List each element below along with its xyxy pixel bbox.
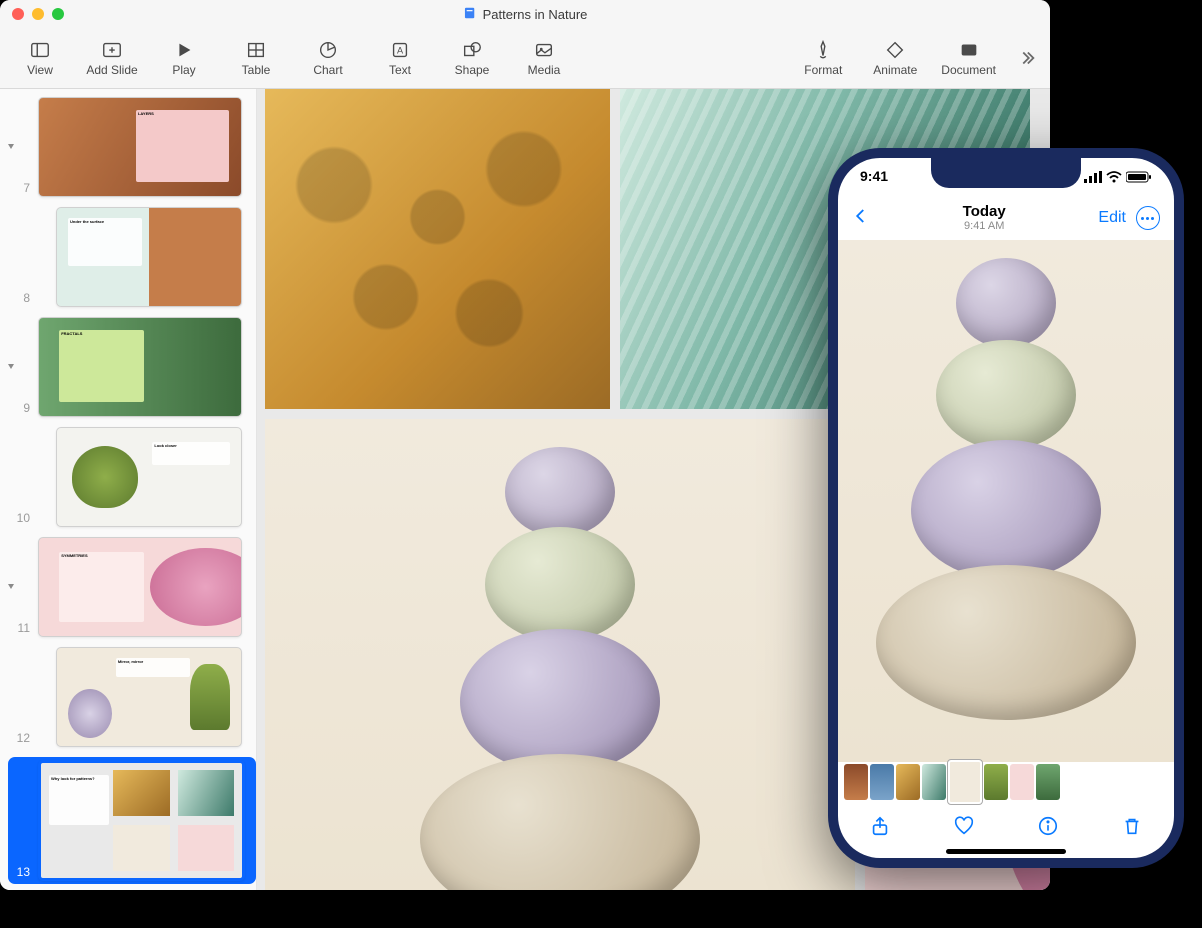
home-indicator[interactable]: [946, 849, 1066, 854]
play-label: Play: [172, 63, 195, 77]
keynote-doc-icon: [463, 6, 477, 23]
wifi-icon: [1106, 170, 1122, 186]
photo-thumbnail-strip[interactable]: [838, 762, 1174, 802]
delete-button[interactable]: [1121, 815, 1143, 842]
play-button[interactable]: Play: [154, 37, 214, 79]
slide-number: 9: [8, 401, 34, 417]
slide-thumb-8[interactable]: 8 Under the surface: [8, 207, 256, 307]
share-button[interactable]: [869, 815, 891, 842]
view-button[interactable]: View: [10, 37, 70, 79]
slide-number: 12: [8, 731, 34, 747]
slide-number: 13: [8, 865, 34, 881]
thumb-item[interactable]: [844, 764, 868, 800]
disclosure-triangle-icon[interactable]: [6, 138, 18, 156]
thumb-item[interactable]: [896, 764, 920, 800]
more-options-button[interactable]: [1136, 206, 1160, 230]
slide-thumb-12[interactable]: 12 Mirror, mirror: [8, 647, 256, 747]
photos-nav-bar: Today 9:41 AM Edit: [838, 198, 1174, 238]
slide-thumb-9[interactable]: 9 FRACTALS: [8, 317, 256, 417]
battery-icon: [1126, 170, 1152, 186]
format-button[interactable]: Format: [793, 37, 853, 79]
thumb-item[interactable]: [984, 764, 1008, 800]
animate-label: Animate: [873, 63, 917, 77]
animate-button[interactable]: Animate: [865, 37, 925, 79]
photo-title: Today: [963, 204, 1006, 221]
iphone-device: 9:41 Today 9:41 AM Edit: [828, 148, 1184, 868]
window-title: Patterns in Nature: [483, 7, 588, 22]
format-label: Format: [804, 63, 842, 77]
disclosure-triangle-icon[interactable]: [6, 578, 18, 596]
text-button[interactable]: A Text: [370, 37, 430, 79]
thumb-item[interactable]: [922, 764, 946, 800]
slide-number: 10: [8, 511, 34, 527]
slide-number: 11: [8, 621, 34, 637]
view-label: View: [27, 63, 53, 77]
zoom-window-button[interactable]: [52, 8, 64, 20]
photo-subtitle: 9:41 AM: [963, 220, 1006, 232]
slide-thumb-10[interactable]: 10 Look closer: [8, 427, 256, 527]
shape-button[interactable]: Shape: [442, 37, 502, 79]
disclosure-triangle-icon[interactable]: [6, 358, 18, 376]
close-window-button[interactable]: [12, 8, 24, 20]
photo-toolbar: [838, 808, 1174, 848]
media-button[interactable]: Media: [514, 37, 574, 79]
media-label: Media: [528, 63, 561, 77]
thumb-item[interactable]: [1036, 764, 1060, 800]
status-time: 9:41: [860, 168, 888, 188]
add-slide-button[interactable]: Add Slide: [82, 37, 142, 79]
shape-label: Shape: [455, 63, 490, 77]
slide-thumb-13[interactable]: 13 Why look for patterns?: [8, 757, 256, 884]
table-button[interactable]: Table: [226, 37, 286, 79]
slide-image-urchin-stack[interactable]: [265, 419, 855, 890]
table-label: Table: [242, 63, 271, 77]
toolbar: View Add Slide Play Table Chart A Text: [0, 28, 1050, 89]
slide-number: 7: [8, 181, 34, 197]
edit-button[interactable]: Edit: [1098, 209, 1126, 227]
titlebar[interactable]: Patterns in Nature: [0, 0, 1050, 28]
slide-number: 8: [8, 291, 34, 307]
document-button[interactable]: Document: [937, 37, 1000, 79]
toolbar-overflow-button[interactable]: [1012, 47, 1040, 69]
slide-thumb-7[interactable]: 7 LAYERS: [8, 97, 256, 197]
info-button[interactable]: [1037, 815, 1059, 842]
thumb-item-selected[interactable]: [948, 760, 982, 804]
thumb-item[interactable]: [1010, 764, 1034, 800]
photo-viewer[interactable]: [838, 240, 1174, 762]
slide-image-honeycomb[interactable]: [265, 89, 610, 409]
minimize-window-button[interactable]: [32, 8, 44, 20]
document-label: Document: [941, 63, 996, 77]
slide-navigator[interactable]: 7 LAYERS 8 Under the surface 9: [0, 89, 257, 890]
add-slide-label: Add Slide: [86, 63, 137, 77]
chart-button[interactable]: Chart: [298, 37, 358, 79]
chart-label: Chart: [313, 63, 342, 77]
text-label: Text: [389, 63, 411, 77]
svg-text:A: A: [397, 46, 404, 56]
thumb-item[interactable]: [870, 764, 894, 800]
back-button[interactable]: [852, 207, 870, 230]
cellular-signal-icon: [1084, 170, 1102, 186]
favorite-button[interactable]: [953, 815, 975, 842]
iphone-notch: [931, 158, 1081, 188]
slide-thumb-11[interactable]: 11 SYMMETRIES: [8, 537, 256, 637]
